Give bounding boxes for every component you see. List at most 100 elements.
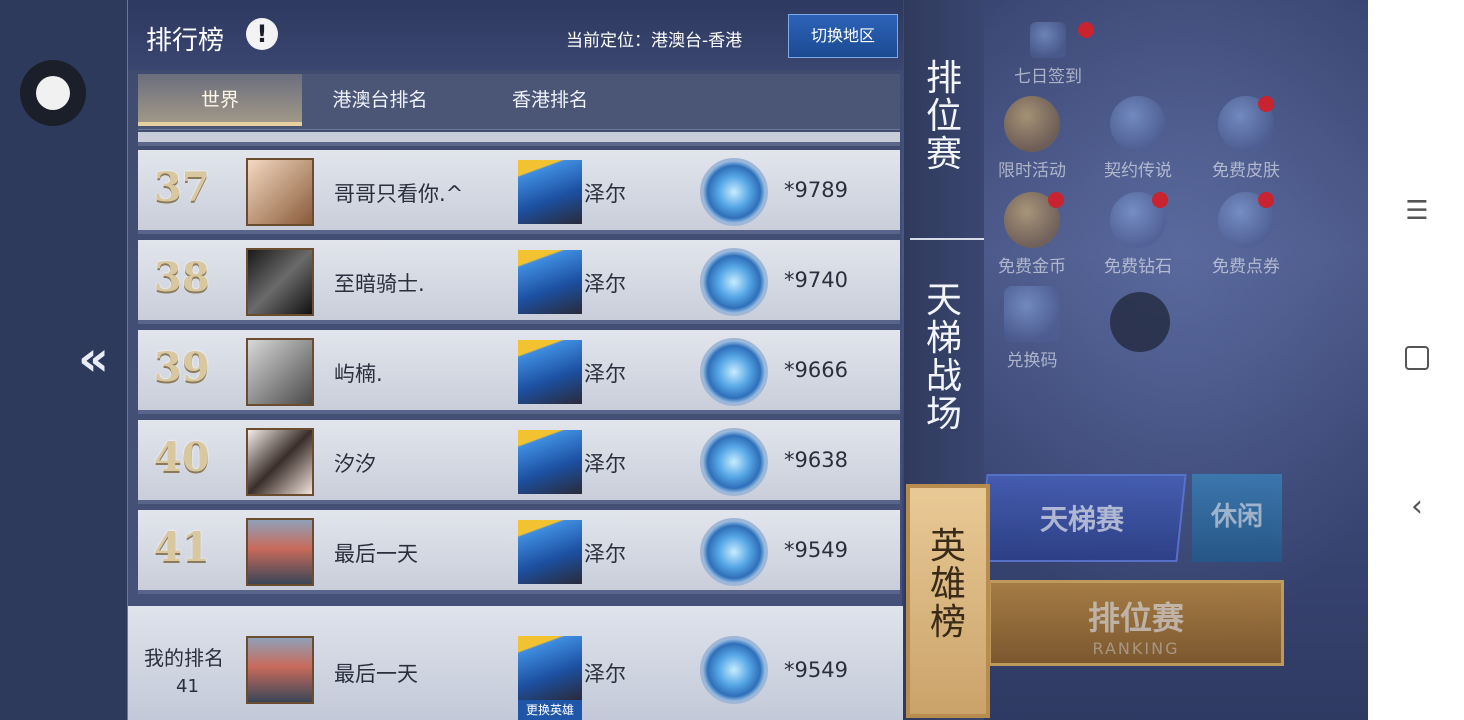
switch-region-button[interactable]: 切换地区 [788, 14, 898, 58]
player-name: 至暗骑士. [334, 272, 425, 296]
hero-name: 泽尔 [584, 452, 626, 476]
ranking-match-button[interactable]: 排位赛 RANKING [988, 580, 1284, 666]
score: *9789 [784, 178, 848, 202]
rank-number: 39 [154, 344, 210, 391]
notification-dot [1258, 192, 1274, 208]
list-item[interactable]: 39 屿楠. 泽尔 *9666 [138, 330, 900, 414]
hero-portrait [518, 430, 582, 494]
tab-hk-macau-taiwan[interactable]: 港澳台排名 [308, 74, 452, 126]
back-arrow-icon[interactable]: « [78, 334, 118, 384]
floating-assistant-button[interactable] [20, 60, 86, 126]
rank-emblem-icon [700, 518, 768, 586]
hero-portrait [518, 520, 582, 584]
info-icon[interactable]: ! [246, 18, 278, 50]
event-icon [1004, 96, 1060, 152]
player-name: 屿楠. [334, 362, 383, 386]
rank-emblem-icon [700, 248, 768, 316]
skin-label: 免费皮肤 [1212, 161, 1280, 181]
ranking-list[interactable]: 37 哥哥只看你.^ 泽尔 *9789 38 至暗骑士. 泽尔 *9740 39… [138, 132, 900, 602]
avatar [246, 248, 314, 316]
floating-ball-icon [36, 76, 70, 110]
hero-portrait [518, 160, 582, 224]
signin-label: 七日签到 [1014, 67, 1082, 87]
tab-world[interactable]: 世界 [138, 74, 302, 126]
redeem-code[interactable]: 兑换码 [996, 286, 1068, 371]
rank-emblem-icon [700, 158, 768, 226]
casual-label: 休闲 [1210, 502, 1263, 532]
sound-icon[interactable] [1110, 292, 1170, 352]
list-item[interactable]: 41 最后一天 泽尔 *9549 [138, 510, 900, 594]
system-navigation-bar: ☰ ‹ [1368, 0, 1464, 720]
ladder-match-label: 天梯赛 [1039, 503, 1124, 536]
legend-label: 契约传说 [1104, 161, 1172, 181]
coins-label: 免费金币 [998, 257, 1066, 277]
rank-number: 38 [154, 254, 210, 301]
my-rank-number: 41 [176, 676, 199, 697]
leaderboard-panel: 排行榜 ! 当前定位：港澳台-香港 切换地区 世界 港澳台排名 香港排名 37 … [127, 0, 903, 720]
my-rank-label: 我的排名 [144, 646, 224, 670]
home-icon[interactable] [1405, 346, 1429, 370]
region-tabs: 世界 港澳台排名 香港排名 [138, 74, 900, 130]
list-item-partial [138, 132, 900, 146]
ranking-sub-label: RANKING [1092, 639, 1180, 658]
tab-divider [910, 238, 984, 240]
tab-ladder[interactable]: 天 梯 战 场 [904, 282, 984, 434]
avatar [246, 636, 314, 704]
change-hero-button[interactable]: 更换英雄 [518, 700, 582, 720]
hero-portrait [518, 340, 582, 404]
rank-emblem-icon [700, 338, 768, 406]
player-name: 哥哥只看你.^ [334, 182, 464, 206]
rank-number: 37 [154, 164, 210, 211]
player-name: 最后一天 [334, 542, 418, 566]
redeem-label: 兑换码 [1006, 351, 1058, 371]
hero-portrait [518, 250, 582, 314]
player-name: 最后一天 [334, 662, 418, 686]
back-icon[interactable]: ‹ [1404, 492, 1430, 522]
tab-ranked[interactable]: 排 位 赛 [904, 60, 984, 174]
rank-number: 40 [154, 434, 210, 481]
casual-button[interactable]: 休闲 [1192, 474, 1282, 562]
list-item[interactable]: 38 至暗骑士. 泽尔 *9740 [138, 240, 900, 324]
score: *9740 [784, 268, 848, 292]
ranking-match-label: 排位赛 [1087, 599, 1184, 637]
limited-event[interactable]: 限时活动 [996, 96, 1068, 181]
tab-hong-kong[interactable]: 香港排名 [478, 74, 622, 126]
menu-icon[interactable]: ☰ [1404, 198, 1430, 224]
score: *9638 [784, 448, 848, 472]
seven-day-signin[interactable]: 七日签到 [1012, 22, 1084, 87]
hero-name: 泽尔 [584, 182, 626, 206]
list-item[interactable]: 37 哥哥只看你.^ 泽尔 *9789 [138, 150, 900, 234]
diamonds-label: 免费钻石 [1104, 257, 1172, 277]
event-label: 限时活动 [998, 161, 1066, 181]
hero-name: 泽尔 [584, 542, 626, 566]
calendar-icon [1030, 22, 1066, 58]
list-item[interactable]: 40 汐汐 泽尔 *9638 [138, 420, 900, 504]
rank-emblem-icon [700, 636, 768, 704]
legend-icon [1110, 96, 1166, 152]
notification-dot [1152, 192, 1168, 208]
hero-name: 泽尔 [584, 362, 626, 386]
avatar [246, 518, 314, 586]
score: *9666 [784, 358, 848, 382]
page-title: 排行榜 [146, 26, 225, 56]
notification-dot [1078, 22, 1094, 38]
contract-legend[interactable]: 契约传说 [1102, 96, 1174, 181]
avatar [246, 428, 314, 496]
redeem-code-icon [1004, 286, 1060, 342]
score: *9549 [784, 658, 848, 682]
tab-hero-ranking[interactable]: 英 雄 榜 [906, 484, 990, 718]
score: *9549 [784, 538, 848, 562]
my-rank-row: 我的排名 41 最后一天 更换英雄 泽尔 *9549 [128, 606, 903, 720]
category-tabs: 排 位 赛 天 梯 战 场 英 雄 榜 [904, 0, 990, 720]
rank-number: 41 [154, 524, 210, 571]
notification-dot [1258, 96, 1274, 112]
current-location: 当前定位：港澳台-香港 [566, 31, 743, 51]
notification-dot [1048, 192, 1064, 208]
hero-portrait [518, 636, 582, 700]
rank-emblem-icon [700, 428, 768, 496]
panel-header: 排行榜 ! 当前定位：港澳台-香港 切换地区 [128, 0, 903, 70]
avatar [246, 158, 314, 226]
vouchers-label: 免费点券 [1212, 257, 1280, 277]
avatar [246, 338, 314, 406]
ladder-match-button[interactable]: 天梯赛 [977, 474, 1187, 562]
